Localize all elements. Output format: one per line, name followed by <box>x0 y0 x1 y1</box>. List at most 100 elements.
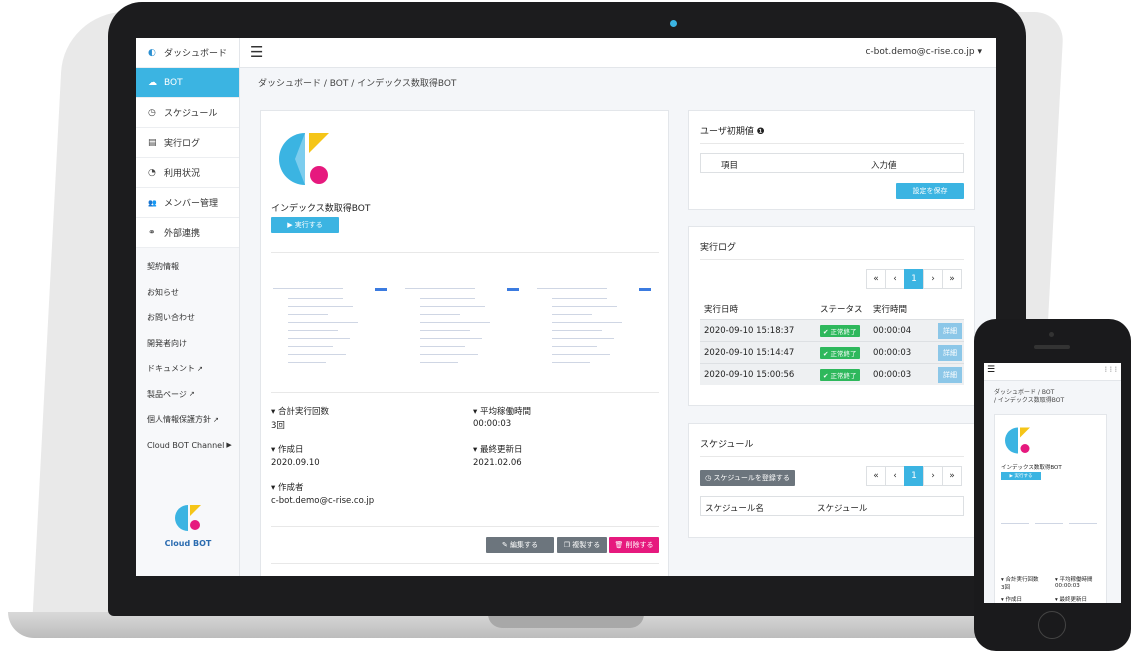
phone-thumb-1 <box>1001 523 1029 524</box>
sidebar-item-members[interactable]: 👥 メンバー管理 <box>136 188 239 218</box>
author-value: c-bot.demo@c-rise.co.jp <box>271 496 375 506</box>
sidebar-link-contact[interactable]: お問い合わせ <box>136 305 239 331</box>
topbar: ☰ c-bot.demo@c-rise.co.jp ▾ <box>240 38 996 68</box>
user-menu[interactable]: c-bot.demo@c-rise.co.jp ▾ <box>865 47 982 57</box>
sidebar-item-dashboard[interactable]: ◐ ダッシュボード <box>136 38 239 68</box>
phone-thumb-2 <box>1035 523 1063 524</box>
sidebar-link-label: ドキュメント <box>147 364 195 374</box>
divider <box>700 259 964 260</box>
author-label: ▾ 作成者 <box>271 483 304 493</box>
sidebar-link-contract[interactable]: 契約情報 <box>136 254 239 280</box>
phone-avg-time-value: 00:00:03 <box>1055 583 1080 589</box>
phone-updated-label: ▾ 最終更新日 <box>1055 597 1088 603</box>
sidebar-link-label: 個人情報保護方針 <box>147 415 211 425</box>
column-schedule: スケジュール <box>817 504 868 514</box>
detail-button[interactable]: 詳細 <box>938 345 962 361</box>
phone-created-label: ▾ 作成日 <box>1001 597 1023 603</box>
grid-menu-icon[interactable]: ⋮⋮⋮ <box>1103 366 1119 373</box>
column-schedule-name: スケジュール名 <box>705 504 764 514</box>
page-last-button[interactable]: » <box>942 466 962 486</box>
sidebar-link-privacy[interactable]: 個人情報保護方針 ↗ <box>136 407 239 433</box>
total-runs-label: ▾ 合計実行回数 <box>271 407 329 417</box>
sidebar: ◐ ダッシュボード ☁ BOT ◷ スケジュール ▤ 実行ログ ◔ 利用状況 👥 メンバー管… <box>136 38 240 576</box>
page-last-button[interactable]: » <box>942 269 962 289</box>
laptop-screen: ◐ ダッシュボード ☁ BOT ◷ スケジュール ▤ 実行ログ ◔ 利用状況 👥 メンバー管… <box>136 38 996 576</box>
page-first-button[interactable]: « <box>866 466 886 486</box>
phone-device: ☰ ⋮⋮⋮ ダッシュボード / BOT / インデックス数取得BOT インデック… <box>974 319 1131 651</box>
sidebar-item-exec-log[interactable]: ▤ 実行ログ <box>136 128 239 158</box>
schedule-table-header: スケジュール名 スケジュール <box>700 496 964 516</box>
bot-avatar-icon <box>279 133 329 185</box>
divider <box>700 143 964 144</box>
schedule-title: スケジュール <box>700 440 754 450</box>
sidebar-item-label: ダッシュボード <box>164 49 228 59</box>
dashboard-icon: ◐ <box>148 47 156 58</box>
screenshot-thumbnail-1[interactable] <box>273 288 391 372</box>
updated-label: ▾ 最終更新日 <box>473 445 523 455</box>
page-next-button[interactable]: › <box>923 269 943 289</box>
save-settings-button[interactable]: 設定を保存 <box>896 183 964 199</box>
sidebar-item-integrations[interactable]: ⚭ 外部連携 <box>136 218 239 248</box>
screenshot-thumbnail-3[interactable] <box>537 288 655 372</box>
pie-chart-icon: ◔ <box>148 167 156 178</box>
laptop-camera <box>670 20 677 27</box>
exec-log-title: 実行ログ <box>700 243 737 253</box>
phone-thumb-3 <box>1069 523 1097 524</box>
users-icon: 👥 <box>148 198 157 207</box>
log-time: 00:00:03 <box>873 348 912 358</box>
sidebar-link-docs[interactable]: ドキュメント ↗ <box>136 356 239 382</box>
external-link-icon: ↗ <box>197 364 203 373</box>
page-1-button[interactable]: 1 <box>904 269 924 289</box>
sidebar-link-channel[interactable]: Cloud BOT Channel ▶ <box>136 433 239 459</box>
created-value: 2020.09.10 <box>271 458 320 468</box>
sidebar-link-developers[interactable]: 開発者向け <box>136 331 239 357</box>
register-schedule-button[interactable]: ◷ スケジュールを登録する <box>700 470 795 486</box>
divider <box>271 526 659 527</box>
clock-icon: ◷ <box>148 107 156 118</box>
table-row: 2020-09-10 15:14:47 ✔ 正常終了 00:00:03 詳細 <box>700 341 964 363</box>
sidebar-item-label: メンバー管理 <box>164 199 219 209</box>
column-item: 項目 <box>721 161 739 171</box>
phone-run-button[interactable]: ▶ 実行する <box>1001 472 1041 480</box>
exec-log-card: 実行ログ « ‹ 1 › » 実行日時 ステータス 実行時間 2020-09-1… <box>688 226 975 406</box>
divider <box>271 392 659 393</box>
hamburger-menu-icon[interactable]: ☰ <box>987 365 995 375</box>
page-next-button[interactable]: › <box>923 466 943 486</box>
page-first-button[interactable]: « <box>866 269 886 289</box>
user-defaults-card: ユーザ初期値 ❶ 項目 入力値 設定を保存 <box>688 110 975 210</box>
link-icon: ⚭ <box>148 227 156 238</box>
edit-button[interactable]: ✎ 編集する <box>486 537 554 553</box>
file-icon: ▤ <box>148 137 157 148</box>
page-prev-button[interactable]: ‹ <box>885 269 905 289</box>
page-1-button[interactable]: 1 <box>904 466 924 486</box>
phone-speaker <box>1034 345 1070 349</box>
sidebar-link-news[interactable]: お知らせ <box>136 280 239 306</box>
created-label: ▾ 作成日 <box>271 445 304 455</box>
schedule-pagination: « ‹ 1 › » <box>866 466 962 486</box>
phone-total-runs-value: 3回 <box>1001 585 1010 591</box>
hamburger-menu-icon[interactable]: ☰ <box>250 43 263 61</box>
detail-button[interactable]: 詳細 <box>938 323 962 339</box>
sidebar-item-schedule[interactable]: ◷ スケジュール <box>136 98 239 128</box>
sidebar-link-product[interactable]: 製品ページ ↗ <box>136 382 239 408</box>
copy-button[interactable]: ❐ 複製する <box>557 537 607 553</box>
screenshot-thumbnail-2[interactable] <box>405 288 523 372</box>
avg-time-label: ▾ 平均稼働時間 <box>473 407 531 417</box>
phone-bot-card: インデックス数取得BOT ▶ 実行する ▾ 合計実行回数 3回 ▾ 平均稼働時間… <box>994 414 1107 603</box>
phone-bot-name: インデックス数取得BOT <box>1001 465 1062 471</box>
detail-button[interactable]: 詳細 <box>938 367 962 383</box>
sidebar-item-usage[interactable]: ◔ 利用状況 <box>136 158 239 188</box>
sidebar-link-label: 契約情報 <box>147 262 179 272</box>
status-badge: ✔ 正常終了 <box>820 347 860 359</box>
page-prev-button[interactable]: ‹ <box>885 466 905 486</box>
phone-home-button[interactable] <box>1038 611 1066 639</box>
divider <box>271 252 659 253</box>
phone-camera <box>1049 332 1054 337</box>
phone-total-runs-label: ▾ 合計実行回数 <box>1001 577 1039 583</box>
log-date: 2020-09-10 15:18:37 <box>704 326 795 336</box>
run-button[interactable]: ▶ 実行する <box>271 217 339 233</box>
column-date: 実行日時 <box>704 305 739 315</box>
delete-button[interactable]: 🗑 削除する <box>609 537 659 553</box>
table-row: 2020-09-10 15:18:37 ✔ 正常終了 00:00:04 詳細 <box>700 319 964 341</box>
sidebar-item-bot[interactable]: ☁ BOT <box>136 68 239 98</box>
